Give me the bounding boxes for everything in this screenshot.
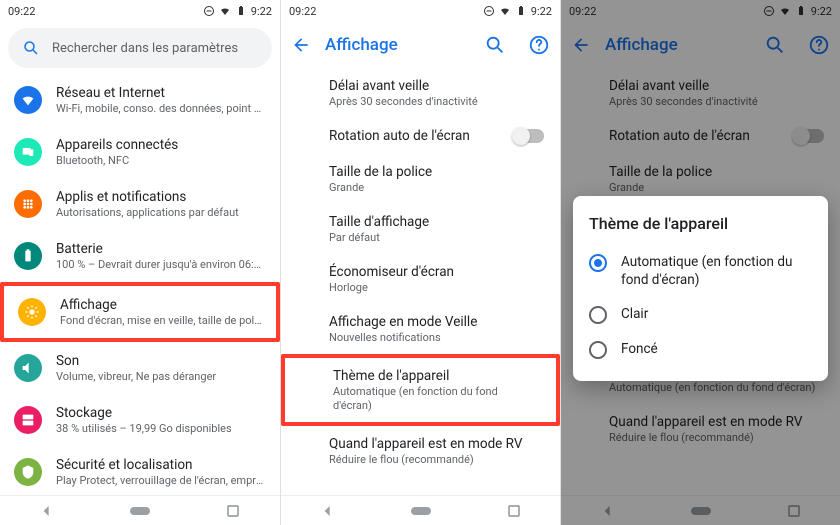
storage-icon [14, 406, 42, 434]
page-title: Affichage [325, 35, 462, 55]
radio-icon [589, 306, 607, 324]
search-button[interactable] [484, 34, 506, 56]
status-time-right: 9:22 [251, 5, 272, 18]
battery-icon [515, 5, 527, 17]
row-screensaver[interactable]: Économiseur d'écranHorloge [281, 254, 560, 304]
help-button[interactable] [528, 34, 550, 56]
status-time: 09:22 [289, 5, 316, 18]
network-icon [14, 86, 42, 114]
row-security[interactable]: Sécurité et localisationPlay Protect, ve… [0, 446, 280, 495]
search-placeholder: Rechercher dans les paramètres [52, 41, 238, 56]
option-auto[interactable]: Automatique (en fonction du fond d'écran… [589, 245, 812, 297]
search-input[interactable]: Rechercher dans les paramètres [8, 28, 272, 68]
nav-home[interactable] [130, 501, 150, 521]
row-vr[interactable]: Quand l'appareil est en mode RVRéduire l… [281, 426, 560, 476]
panel-theme-dialog: 09:22 9:22 Affichage Délai avant veilleA… [560, 0, 840, 525]
row-storage[interactable]: Stockage38 % utilisés – 19,99 Go disponi… [0, 394, 280, 446]
status-bar: 09:22 9:22 [281, 0, 560, 22]
row-device-theme[interactable]: Thème de l'appareilAutomatique (en fonct… [281, 354, 560, 426]
nav-home[interactable] [411, 501, 431, 521]
row-battery[interactable]: Batterie100 % – Devrait durer jusqu'à en… [0, 230, 280, 282]
appbar: Affichage [281, 22, 560, 68]
wifi-icon [499, 5, 511, 17]
nav-bar [0, 495, 280, 525]
dnd-icon [203, 5, 215, 17]
row-autorotate[interactable]: Rotation auto de l'écran [281, 118, 560, 154]
display-icon [18, 298, 46, 326]
row-network[interactable]: Réseau et InternetWi-Fi, mobile, conso. … [0, 74, 280, 126]
row-sleep[interactable]: Délai avant veilleAprès 30 secondes d'in… [281, 68, 560, 118]
status-bar: 09:22 9:22 [0, 0, 280, 22]
status-time-right: 9:22 [531, 5, 552, 18]
devices-icon [14, 138, 42, 166]
row-apps[interactable]: Applis et notificationsAutorisations, ap… [0, 178, 280, 230]
dialog-title: Thème de l'appareil [589, 214, 812, 233]
radio-icon [589, 341, 607, 359]
option-dark[interactable]: Foncé [589, 332, 812, 367]
battery-icon [235, 5, 247, 17]
radio-icon [589, 254, 607, 272]
nav-recent[interactable] [504, 501, 524, 521]
wifi-icon [219, 5, 231, 17]
nav-bar [281, 495, 560, 525]
theme-dialog: Thème de l'appareil Automatique (en fonc… [573, 196, 828, 381]
autorotate-toggle[interactable] [514, 129, 544, 143]
row-ambient[interactable]: Affichage en mode VeilleNouvelles notifi… [281, 304, 560, 354]
nav-recent[interactable] [223, 501, 243, 521]
panel-settings-root: 09:22 9:22 Rechercher dans les paramètre… [0, 0, 280, 525]
dnd-icon [483, 5, 495, 17]
apps-icon [14, 190, 42, 218]
row-fontsize[interactable]: Taille de la policeGrande [281, 154, 560, 204]
back-button[interactable] [291, 35, 311, 55]
option-light[interactable]: Clair [589, 297, 812, 332]
security-icon [14, 458, 42, 486]
settings-list: Réseau et InternetWi-Fi, mobile, conso. … [0, 74, 280, 495]
panel-display-settings: 09:22 9:22 Affichage Délai avant veilleA… [280, 0, 560, 525]
status-time: 09:22 [8, 5, 35, 18]
row-display[interactable]: AffichageFond d'écran, mise en veille, t… [0, 282, 280, 342]
row-displaysize[interactable]: Taille d'affichagePar défaut [281, 204, 560, 254]
search-icon [22, 39, 40, 57]
row-sound[interactable]: SonVolume, vibreur, Ne pas déranger [0, 342, 280, 394]
sound-icon [14, 354, 42, 382]
display-list: Délai avant veilleAprès 30 secondes d'in… [281, 68, 560, 495]
battery-row-icon [14, 242, 42, 270]
nav-back[interactable] [37, 501, 57, 521]
nav-back[interactable] [318, 501, 338, 521]
row-devices[interactable]: Appareils connectésBluetooth, NFC [0, 126, 280, 178]
